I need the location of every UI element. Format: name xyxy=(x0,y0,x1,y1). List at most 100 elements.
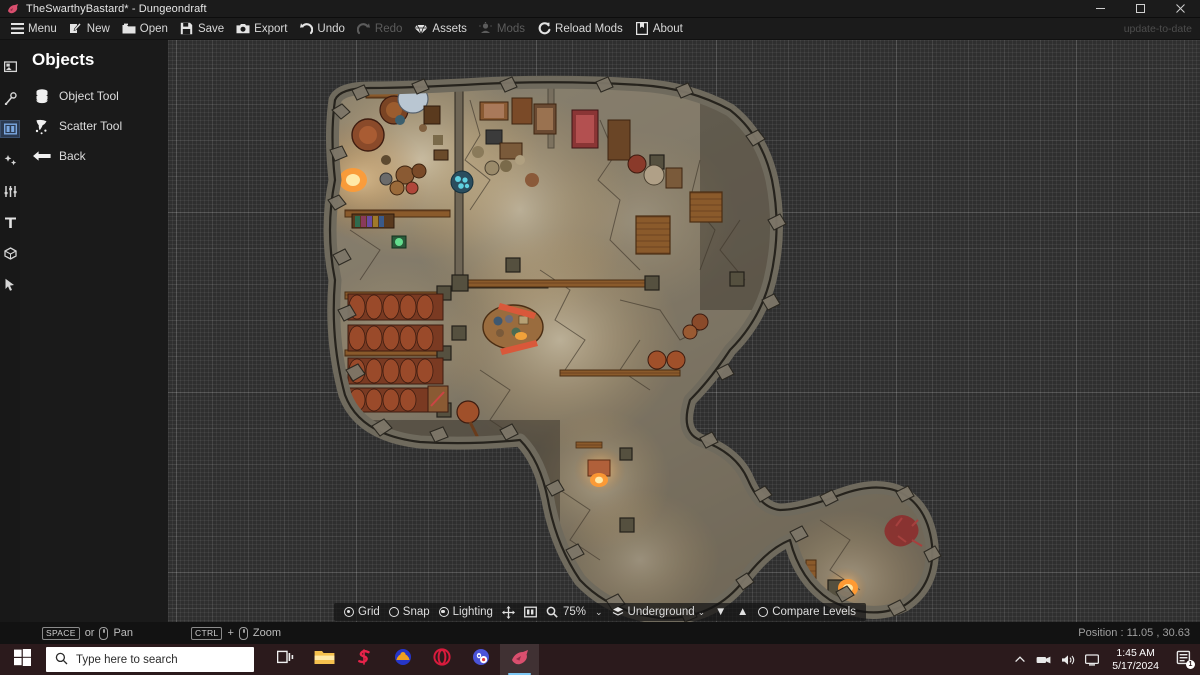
redo-label: Redo xyxy=(374,22,403,35)
hamburger-icon xyxy=(10,22,24,36)
sidebar-item-objects[interactable] xyxy=(0,120,20,138)
sidebar-item-paths[interactable] xyxy=(0,89,20,107)
mods-button[interactable]: Mods xyxy=(473,18,531,40)
menu-button[interactable]: Menu xyxy=(4,18,63,40)
new-label: New xyxy=(86,22,110,35)
reload-mods-button[interactable]: Reload Mods xyxy=(531,18,629,40)
network-icon[interactable] xyxy=(1084,652,1099,667)
usb-icon[interactable] xyxy=(1036,652,1051,667)
dungeondraft-window: TheSwarthyBastard* - Dungeondraft Menu N… xyxy=(0,0,1200,675)
start-button[interactable] xyxy=(0,644,44,675)
map-canvas[interactable]: Grid Snap Lighting 75% ⌄ Underground ⌄ ▼… xyxy=(0,40,1200,622)
export-button[interactable]: Export xyxy=(230,18,293,40)
space-key: SPACE xyxy=(42,626,80,640)
folder-icon xyxy=(122,22,136,36)
dungeondraft-icon xyxy=(510,648,530,671)
status-bar: SPACE or Pan CTRL + Zoom Position : 11.0… xyxy=(0,622,1200,644)
magnifier-icon xyxy=(546,606,559,619)
level-select[interactable]: Underground ⌄ xyxy=(612,606,706,619)
sidebar-item-ground[interactable] xyxy=(0,58,20,76)
objects-icon xyxy=(3,123,17,135)
move-handle-icon[interactable] xyxy=(501,605,515,619)
level-icon[interactable] xyxy=(523,606,537,619)
maximize-button[interactable] xyxy=(1120,0,1160,18)
sidebar-item-terrain[interactable] xyxy=(0,182,20,200)
opera-button[interactable] xyxy=(422,644,461,675)
clock[interactable]: 1:45 AM 5/17/2024 xyxy=(1108,647,1163,673)
dungeondraft-icon xyxy=(6,2,20,16)
level-dropdown-caret[interactable]: ⌄ xyxy=(698,607,706,618)
level-up-button[interactable]: ▲ xyxy=(736,606,749,619)
back-label: Back xyxy=(59,149,86,163)
s-app-button[interactable] xyxy=(344,644,383,675)
file-explorer-button[interactable] xyxy=(305,644,344,675)
pan-hint: SPACE or Pan xyxy=(42,626,134,640)
undo-arrow-icon xyxy=(299,22,313,36)
undo-button[interactable]: Undo xyxy=(293,18,351,40)
sparkle-icon xyxy=(4,154,17,167)
zoom-dropdown-caret[interactable]: ⌄ xyxy=(595,607,603,618)
snap-toggle[interactable]: Snap xyxy=(388,606,430,618)
open-label: Open xyxy=(139,22,168,35)
sidebar-item-text[interactable] xyxy=(0,213,20,231)
scatter-tool-button[interactable]: Scatter Tool xyxy=(32,112,168,140)
notification-button[interactable]: 1 xyxy=(1172,650,1195,670)
sidebar-item-select[interactable] xyxy=(0,275,20,293)
cube-icon xyxy=(3,246,17,260)
level-down-button[interactable]: ▼ xyxy=(714,606,727,619)
search-input[interactable]: Type here to search xyxy=(76,654,178,666)
new-file-icon xyxy=(69,22,83,36)
windows-taskbar: Type here to search 1:45 AM 5/17/2024 1 xyxy=(0,644,1200,675)
snap-radio[interactable] xyxy=(388,607,399,617)
assets-button[interactable]: Assets xyxy=(408,18,473,40)
task-view-icon xyxy=(276,650,294,670)
save-button[interactable]: Save xyxy=(174,18,230,40)
system-tray: 1:45 AM 5/17/2024 1 xyxy=(1012,647,1200,673)
back-button[interactable]: Back xyxy=(32,142,168,170)
lighting-radio[interactable] xyxy=(438,607,449,617)
search-box[interactable]: Type here to search xyxy=(46,647,254,672)
tool-rail xyxy=(0,40,20,622)
windows-start-icon xyxy=(13,648,31,671)
dungeondraft-taskbar-button[interactable] xyxy=(500,644,539,675)
object-stack-icon xyxy=(32,86,52,106)
volume-icon[interactable] xyxy=(1060,652,1075,667)
compare-levels-radio[interactable] xyxy=(758,607,769,617)
open-button[interactable]: Open xyxy=(116,18,174,40)
sidebar-item-roofs[interactable] xyxy=(0,244,20,262)
scatter-icon xyxy=(32,116,52,136)
discord-button[interactable] xyxy=(461,644,500,675)
sidebar-item-lights[interactable] xyxy=(0,151,20,169)
grid-toggle[interactable]: Grid xyxy=(344,606,380,618)
level-value: Underground xyxy=(627,606,695,618)
minimize-button[interactable] xyxy=(1080,0,1120,18)
grid-label: Grid xyxy=(358,606,380,618)
dungeon-map xyxy=(0,40,1200,622)
chevron-up-icon[interactable] xyxy=(1012,652,1027,667)
grid-radio[interactable] xyxy=(344,607,355,617)
new-button[interactable]: New xyxy=(63,18,116,40)
zoom-control[interactable]: 75% xyxy=(546,606,586,619)
mods-icon xyxy=(479,22,493,36)
object-tool-button[interactable]: Object Tool xyxy=(32,82,168,110)
redo-arrow-icon xyxy=(357,22,371,36)
search-icon xyxy=(55,652,68,668)
pan-label: Pan xyxy=(113,627,134,639)
snap-label: Snap xyxy=(402,606,430,618)
ground-icon xyxy=(3,61,17,73)
main-toolbar: Menu New Open Save Export Undo Redo Asse… xyxy=(0,18,1200,40)
close-button[interactable] xyxy=(1160,0,1200,18)
lighting-toggle[interactable]: Lighting xyxy=(438,606,493,618)
layers-icon xyxy=(612,606,625,619)
orange-app-button[interactable] xyxy=(383,644,422,675)
task-view-button[interactable] xyxy=(266,644,305,675)
clock-time: 1:45 AM xyxy=(1116,646,1155,659)
compare-levels-toggle[interactable]: Compare Levels xyxy=(758,606,856,618)
text-icon xyxy=(4,216,17,229)
path-icon xyxy=(4,91,17,105)
orange-app-icon xyxy=(394,648,412,671)
clock-date: 5/17/2024 xyxy=(1112,659,1159,672)
about-button[interactable]: About xyxy=(629,18,689,40)
window-title: TheSwarthyBastard* - Dungeondraft xyxy=(26,2,207,15)
redo-button[interactable]: Redo xyxy=(351,18,409,40)
